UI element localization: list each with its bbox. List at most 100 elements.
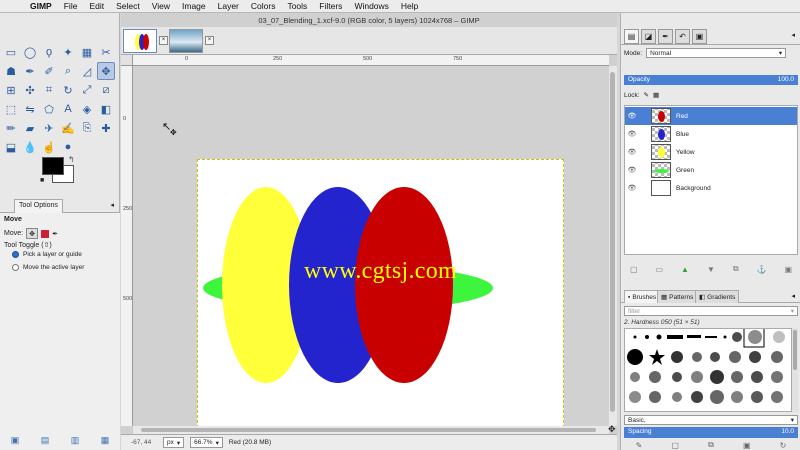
tab-tool-options[interactable]: Tool Options bbox=[14, 199, 63, 213]
brush-grid[interactable] bbox=[624, 328, 792, 412]
lock-alpha-icon[interactable]: ▩ bbox=[653, 91, 659, 99]
restore-options-icon[interactable]: ▤ bbox=[41, 435, 50, 446]
menu-tools[interactable]: Tools bbox=[287, 1, 307, 11]
move-selection-icon[interactable] bbox=[41, 229, 50, 238]
duplicate-brush-icon[interactable]: ⧉ bbox=[708, 440, 714, 450]
vertical-scrollbar[interactable] bbox=[609, 66, 617, 426]
radio-dot[interactable] bbox=[12, 251, 19, 258]
layer-row[interactable]: 👁 Background bbox=[625, 179, 797, 197]
cage-icon[interactable]: ⬠ bbox=[40, 100, 58, 118]
radio-dot[interactable] bbox=[12, 264, 19, 271]
crop-icon[interactable]: ⌗ bbox=[40, 81, 58, 99]
mode-select[interactable]: Normal ▾ bbox=[646, 48, 787, 58]
eye-icon[interactable]: 👁 bbox=[625, 166, 639, 174]
save-options-icon[interactable]: ▣ bbox=[11, 435, 20, 446]
free-select-icon[interactable]: ϙ bbox=[40, 43, 58, 61]
radio-move-active[interactable]: Move the active layer bbox=[12, 264, 84, 271]
color-select-icon[interactable]: ▦ bbox=[78, 43, 96, 61]
zoom-select[interactable]: 66.7% ▾ bbox=[190, 437, 223, 448]
image-tab-photo[interactable] bbox=[169, 29, 203, 53]
paths-icon[interactable]: ✒ bbox=[21, 62, 39, 80]
align-icon[interactable]: ⊞ bbox=[2, 81, 20, 99]
eraser-icon[interactable]: ▰ bbox=[21, 119, 39, 137]
eye-icon[interactable]: 👁 bbox=[625, 130, 639, 138]
move-path-icon[interactable]: ✒ bbox=[52, 230, 58, 238]
preset-select[interactable]: Basic, ▾ bbox=[624, 415, 798, 425]
menu-file[interactable]: File bbox=[64, 1, 78, 11]
tab-channels-icon[interactable]: ◪ bbox=[641, 29, 656, 44]
layer-row[interactable]: 👁 Red bbox=[625, 107, 797, 125]
scale-icon[interactable]: ⤢ bbox=[78, 81, 96, 99]
rect-select-icon[interactable]: ▭ bbox=[2, 43, 20, 61]
perspective-clone-icon[interactable]: ⬓ bbox=[2, 138, 20, 156]
lock-pixels-icon[interactable]: ✎ bbox=[644, 91, 649, 99]
image-canvas[interactable]: www.cgtsj.com bbox=[197, 159, 564, 433]
edit-brush-icon[interactable]: ✎ bbox=[636, 441, 643, 450]
delete-options-icon[interactable]: ▥ bbox=[71, 435, 80, 446]
ruler-corner[interactable] bbox=[121, 55, 133, 66]
scissors-icon[interactable]: ✂ bbox=[97, 43, 115, 61]
tab-images-icon[interactable]: ▣ bbox=[692, 29, 707, 44]
radio-pick-layer[interactable]: Pick a layer or guide bbox=[12, 251, 82, 258]
canvas-area[interactable]: www.cgtsj.com bbox=[133, 66, 609, 433]
menu-view[interactable]: View bbox=[152, 1, 170, 11]
reset-options-icon[interactable]: ▦ bbox=[101, 435, 110, 446]
tab-menu-icon[interactable]: ◂ bbox=[110, 201, 114, 209]
bucket-fill-icon[interactable]: ◈ bbox=[78, 100, 96, 118]
rotate-icon[interactable]: ↻ bbox=[59, 81, 77, 99]
smudge-icon[interactable]: ☝ bbox=[40, 138, 58, 156]
heal-icon[interactable]: ✚ bbox=[97, 119, 115, 137]
opacity-slider[interactable]: Opacity 100.0 bbox=[624, 75, 798, 85]
reset-colors-icon[interactable]: ■ bbox=[40, 177, 44, 184]
move-tool-icon[interactable]: ✥ bbox=[97, 62, 115, 80]
perspective-icon[interactable]: ⬚ bbox=[2, 100, 20, 118]
tab-brushes[interactable]: ▪ Brushes bbox=[624, 290, 661, 303]
close-tab-icon[interactable]: × bbox=[205, 36, 214, 45]
layer-row[interactable]: 👁 Yellow bbox=[625, 143, 797, 161]
ellipse-select-icon[interactable]: ◯ bbox=[21, 43, 39, 61]
menu-windows[interactable]: Windows bbox=[354, 1, 388, 11]
anchor-icon[interactable]: ⚓ bbox=[757, 265, 767, 274]
refresh-brushes-icon[interactable]: ↻ bbox=[780, 441, 787, 450]
unit-select[interactable]: px ▾ bbox=[163, 437, 185, 448]
shear-icon[interactable]: ⧄ bbox=[97, 81, 115, 99]
menu-help[interactable]: Help bbox=[401, 1, 418, 11]
ink-icon[interactable]: ✍ bbox=[59, 119, 77, 137]
pencil-icon[interactable]: ✏ bbox=[2, 119, 20, 137]
text-icon[interactable]: A bbox=[59, 100, 77, 118]
tab-undo-icon[interactable]: ↶ bbox=[675, 29, 690, 44]
eye-icon[interactable]: 👁 bbox=[625, 148, 639, 156]
menu-app[interactable]: GIMP bbox=[30, 1, 52, 11]
brush-grid-scrollbar[interactable] bbox=[792, 328, 798, 412]
tab-patterns[interactable]: ▦ Patterns bbox=[657, 290, 698, 303]
close-tab-icon[interactable]: × bbox=[159, 36, 168, 45]
blur-icon[interactable]: 💧 bbox=[21, 138, 39, 156]
new-layer-icon[interactable]: ▢ bbox=[630, 265, 638, 274]
folder-icon[interactable]: ▭ bbox=[656, 265, 664, 274]
transform-icon[interactable]: ✣ bbox=[21, 81, 39, 99]
clone-icon[interactable]: ⎘ bbox=[78, 119, 96, 137]
filter-input[interactable]: filter ▾ bbox=[624, 306, 798, 316]
move-layer-icon[interactable]: ✥ bbox=[26, 228, 39, 239]
menu-filters[interactable]: Filters bbox=[319, 1, 342, 11]
airbrush-icon[interactable]: ✈ bbox=[40, 119, 58, 137]
layer-row[interactable]: 👁 Blue bbox=[625, 125, 797, 143]
lower-layer-icon[interactable]: ▼ bbox=[707, 265, 715, 274]
vertical-ruler[interactable]: 0 250 500 bbox=[121, 66, 133, 426]
foreground-select-icon[interactable]: ☗ bbox=[2, 62, 20, 80]
horizontal-scrollbar[interactable] bbox=[133, 426, 609, 434]
new-brush-icon[interactable]: ▢ bbox=[671, 441, 679, 450]
eye-icon[interactable]: 👁 bbox=[625, 112, 639, 120]
delete-brush-icon[interactable]: ▣ bbox=[743, 441, 751, 450]
menu-image[interactable]: Image bbox=[182, 1, 206, 11]
zoom-icon[interactable]: ⌕ bbox=[59, 62, 77, 80]
fuzzy-select-icon[interactable]: ✦ bbox=[59, 43, 77, 61]
spacing-slider[interactable]: Spacing 10.0 bbox=[624, 427, 798, 438]
flip-icon[interactable]: ⇋ bbox=[21, 100, 39, 118]
tab-layers-icon[interactable]: ▤ bbox=[624, 29, 639, 44]
dodge-icon[interactable]: ● bbox=[59, 138, 77, 156]
dock-menu-icon[interactable]: ◂ bbox=[791, 31, 795, 39]
menu-edit[interactable]: Edit bbox=[89, 1, 104, 11]
blend-icon[interactable]: ◧ bbox=[97, 100, 115, 118]
image-tab-blending[interactable] bbox=[123, 29, 157, 53]
